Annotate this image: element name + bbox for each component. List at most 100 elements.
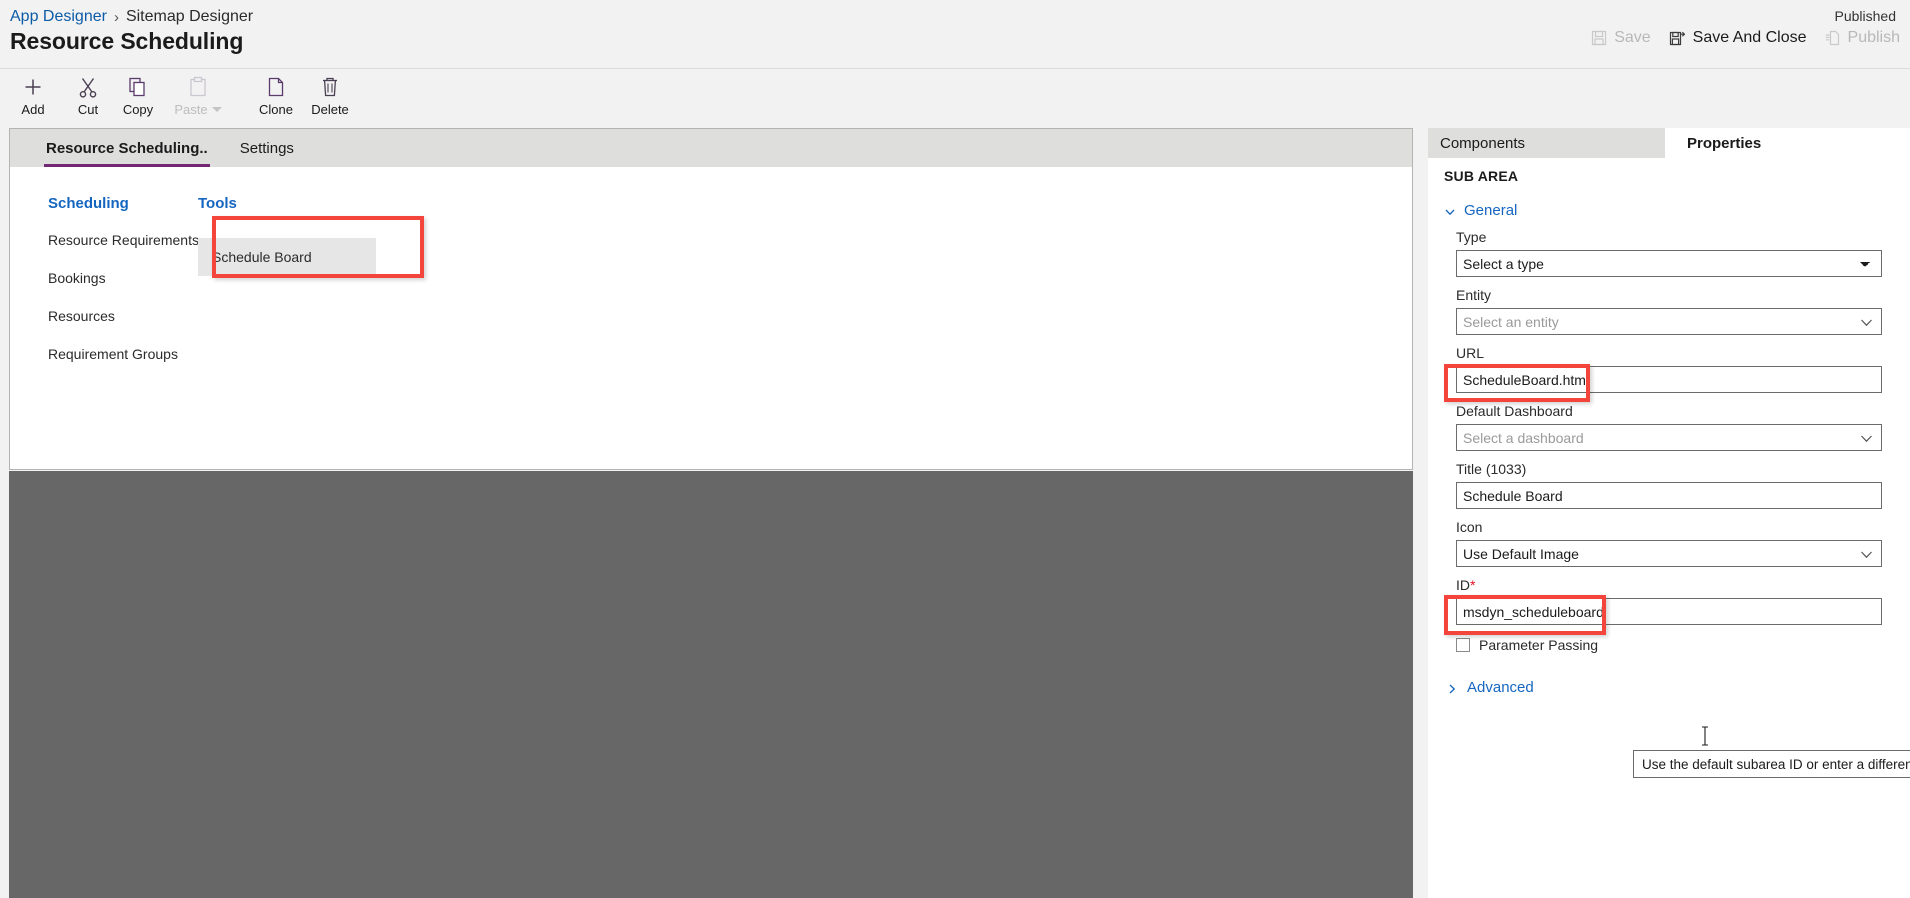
save-icon [1591,30,1607,46]
trash-icon [320,76,340,98]
advanced-section-toggle[interactable]: Advanced [1444,679,1894,696]
general-section-toggle[interactable]: General [1444,202,1894,219]
save-and-close-button[interactable]: Save And Close [1669,29,1807,47]
tab-properties[interactable]: Properties [1665,128,1910,158]
properties-panel-body: SUB AREA General Type Select a type Enti… [1428,158,1910,898]
field-entity-label: Entity [1456,287,1492,303]
subarea-bookings[interactable]: Bookings [48,270,199,286]
url-input[interactable] [1456,366,1882,393]
clone-button-label: Clone [259,102,293,117]
properties-section-heading: SUB AREA [1444,168,1519,184]
chevron-down-icon [1444,205,1456,217]
sitemap-designer-canvas: Resource Scheduling.. Settings Schedulin… [9,128,1413,470]
subarea-schedule-board-container: Schedule Board [198,232,410,282]
properties-panel: Components Properties SUB AREA General T… [1428,128,1910,898]
sitemap-groups-area: Scheduling Resource Requirements Booking… [10,167,1412,469]
modal-scrim [9,471,1413,898]
field-default-dashboard: Default Dashboard Select a dashboard [1444,403,1894,451]
subarea-schedule-board[interactable]: Schedule Board [198,238,376,276]
parameter-passing-row[interactable]: Parameter Passing [1444,637,1894,653]
delete-button[interactable]: Delete [297,76,363,124]
publish-status-label: Published [1834,8,1897,24]
icon-combobox[interactable]: Use Default Image [1456,540,1882,567]
breadcrumb-separator-icon: › [113,8,119,26]
header-actions: Save Save And Close Publish [1591,29,1900,47]
page-title: Resource Scheduling [10,28,244,54]
icon-combobox-value: Use Default Image [1463,545,1579,562]
app-header: App Designer › Sitemap Designer Resource… [0,0,1910,68]
copy-icon [127,76,149,98]
entity-combobox-value: Select an entity [1463,313,1559,330]
plus-icon [22,76,44,98]
command-bar: Add Cut Copy Paste Clone Delete [0,68,1910,128]
chevron-right-icon [1446,682,1458,694]
delete-button-label: Delete [311,102,349,117]
clone-icon [265,76,287,98]
chevron-down-icon [1860,316,1873,329]
field-entity: Entity Select an entity [1444,287,1894,335]
add-button-label: Add [21,102,45,117]
id-input[interactable] [1456,598,1882,625]
publish-button-label: Publish [1847,29,1900,46]
tab-resource-scheduling[interactable]: Resource Scheduling.. [30,129,224,167]
field-type-label: Type [1456,229,1487,245]
field-icon-label: Icon [1456,519,1483,535]
chevron-down-icon [1860,432,1873,445]
chevron-down-icon[interactable] [211,107,222,112]
tab-settings[interactable]: Settings [224,129,310,167]
field-id-label-text: ID [1456,577,1470,593]
group-tools-title[interactable]: Tools [198,195,410,212]
default-dashboard-combobox-value: Select a dashboard [1463,429,1584,446]
clipboard-icon [188,76,208,98]
advanced-section-label: Advanced [1467,679,1534,696]
id-field-tooltip-text: Use the default subarea ID or enter a di… [1642,756,1910,772]
paste-button[interactable]: Paste [158,76,238,124]
id-field-tooltip: Use the default subarea ID or enter a di… [1633,750,1910,778]
subarea-resources[interactable]: Resources [48,308,199,324]
subarea-requirement-groups[interactable]: Requirement Groups [48,346,199,362]
tab-components-label: Components [1440,134,1526,152]
field-url-label: URL [1456,345,1485,361]
breadcrumb: App Designer › Sitemap Designer [10,8,253,26]
breadcrumb-item-sitemap-designer[interactable]: Sitemap Designer [126,8,253,26]
paste-button-label: Paste [174,102,208,117]
scissors-icon [78,76,98,98]
chevron-down-icon [1860,548,1873,561]
publish-button[interactable]: Publish [1825,29,1900,47]
field-id: ID* [1444,577,1894,635]
general-section-label: General [1464,202,1518,219]
tab-resource-scheduling-label: Resource Scheduling.. [46,139,208,157]
tab-components[interactable]: Components [1428,128,1665,158]
save-and-close-button-label: Save And Close [1692,29,1807,46]
cut-button-label: Cut [77,102,99,117]
title-input[interactable] [1456,482,1882,509]
type-select[interactable]: Select a type [1456,250,1882,277]
field-title-label: Title (1033) [1456,461,1527,477]
subarea-resource-requirements[interactable]: Resource Requirements [48,232,199,248]
field-id-label: ID* [1444,577,1894,593]
text-cursor-icon [1700,726,1710,746]
designer-tab-strip: Resource Scheduling.. Settings [10,129,1412,167]
required-marker: * [1470,577,1476,593]
panel-tab-strip: Components Properties [1428,128,1910,158]
tab-properties-label: Properties [1687,134,1762,152]
save-button-label: Save [1614,29,1651,46]
field-default-dashboard-label: Default Dashboard [1456,403,1573,419]
group-scheduling-title[interactable]: Scheduling [48,195,199,212]
field-url: URL [1444,345,1894,402]
field-icon: Icon Use Default Image [1444,519,1894,567]
field-title: Title (1033) [1444,461,1894,509]
group-scheduling[interactable]: Scheduling Resource Requirements Booking… [48,195,199,384]
publish-icon [1825,30,1841,46]
breadcrumb-item-app-designer[interactable]: App Designer [10,8,107,26]
save-button[interactable]: Save [1591,29,1651,47]
default-dashboard-combobox[interactable]: Select a dashboard [1456,424,1882,451]
field-type: Type Select a type [1444,229,1894,277]
entity-combobox[interactable]: Select an entity [1456,308,1882,335]
parameter-passing-checkbox[interactable] [1456,638,1470,652]
group-tools[interactable]: Tools Schedule Board [198,195,410,282]
copy-button-label: Copy [122,102,154,117]
parameter-passing-label: Parameter Passing [1479,637,1599,653]
save-and-close-icon [1669,30,1686,47]
tab-settings-label: Settings [239,139,294,157]
